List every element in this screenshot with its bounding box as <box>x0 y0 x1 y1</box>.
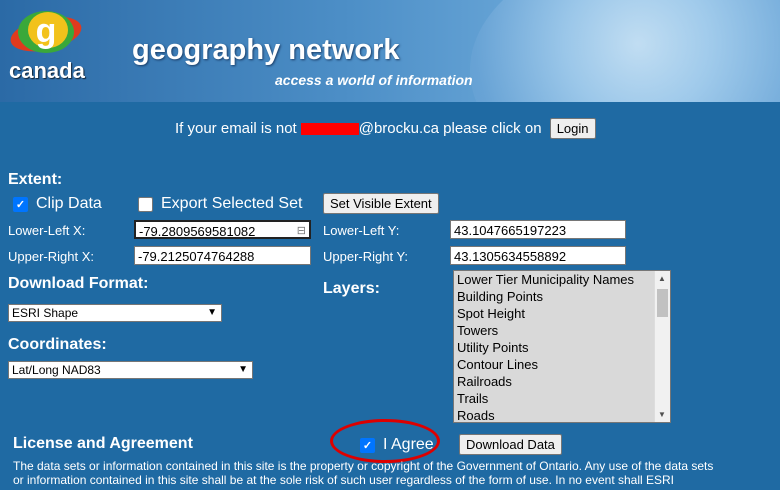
chevron-down-icon: ▼ <box>207 307 217 318</box>
coordinates-select[interactable]: Lat/Long NAD83 ▼ <box>8 361 253 379</box>
layer-option[interactable]: Railroads <box>454 373 670 390</box>
login-button[interactable]: Login <box>549 118 596 139</box>
clip-data-label: Clip Data <box>36 195 102 212</box>
annotation-circle <box>330 419 440 463</box>
license-text: The data sets or information contained i… <box>13 459 778 487</box>
license-text-line: The data sets or information contained i… <box>13 459 714 473</box>
license-text-line: or information contained in this site sh… <box>13 473 675 487</box>
lower-left-y-label: Lower-Left Y: <box>323 223 400 238</box>
geography-network-logo: g <box>10 11 82 53</box>
coordinates-heading: Coordinates: <box>8 336 107 353</box>
login-notice-prefix: If your email is not <box>175 120 297 137</box>
svg-text:g: g <box>36 12 57 50</box>
logo-text: canada <box>9 58 85 83</box>
lower-left-x-label: Lower-Left X: <box>8 223 86 238</box>
scroll-down-icon[interactable]: ▼ <box>658 410 666 419</box>
layer-option[interactable]: Building Points <box>454 288 670 305</box>
layer-option[interactable]: Contour Lines <box>454 356 670 373</box>
header-banner: g canada geography network access a worl… <box>0 0 780 102</box>
scroll-up-icon[interactable]: ▲ <box>658 274 666 283</box>
license-heading: License and Agreement <box>13 435 193 452</box>
layer-option[interactable]: Utility Points <box>454 339 670 356</box>
export-selected-set-checkbox[interactable]: Export Selected Set <box>138 195 302 213</box>
lower-left-y-input[interactable]: 43.1047665197223 <box>450 220 626 239</box>
layer-option[interactable]: Spot Height <box>454 305 670 322</box>
layers-scrollbar[interactable]: ▲ ▼ <box>654 271 670 422</box>
checkbox-checked-icon: ✓ <box>13 196 28 212</box>
layer-option[interactable]: Trails <box>454 390 670 407</box>
upper-right-y-label: Upper-Right Y: <box>323 249 409 264</box>
download-format-select[interactable]: ESRI Shape ▼ <box>8 304 222 322</box>
clip-data-checkbox[interactable]: ✓ Clip Data <box>13 195 102 213</box>
autofill-key-icon[interactable]: ⊟ <box>297 222 306 241</box>
upper-right-x-input[interactable]: -79.2125074764288 <box>134 246 311 265</box>
extent-heading: Extent: <box>8 171 63 188</box>
layer-option[interactable]: Roads <box>454 407 670 422</box>
brand-tagline: access a world of information <box>275 72 473 88</box>
upper-right-x-label: Upper-Right X: <box>8 249 94 264</box>
lower-left-x-input[interactable]: -79.2809569581082 ⊟ <box>134 220 311 239</box>
redacted-email <box>300 123 359 136</box>
globe-graphic <box>470 0 780 102</box>
checkbox-unchecked-icon <box>138 196 153 212</box>
login-notice: If your email is not @brocku.ca please cl… <box>175 118 596 139</box>
layer-option[interactable]: Towers <box>454 322 670 339</box>
layer-option[interactable]: Lower Tier Municipality Names <box>454 271 670 288</box>
chevron-down-icon: ▼ <box>238 364 248 375</box>
upper-right-y-input[interactable]: 43.1305634558892 <box>450 246 626 265</box>
brand-title: geography network <box>132 34 400 66</box>
download-data-button[interactable]: Download Data <box>459 434 562 455</box>
login-notice-suffix: @brocku.ca please click on <box>358 120 542 137</box>
scrollbar-thumb[interactable] <box>657 289 668 317</box>
layers-heading: Layers: <box>323 280 380 297</box>
download-format-heading: Download Format: <box>8 275 149 292</box>
export-selected-set-label: Export Selected Set <box>161 195 303 212</box>
set-visible-extent-button[interactable]: Set Visible Extent <box>323 193 439 214</box>
layers-listbox[interactable]: Lower Tier Municipality Names Building P… <box>453 270 671 423</box>
